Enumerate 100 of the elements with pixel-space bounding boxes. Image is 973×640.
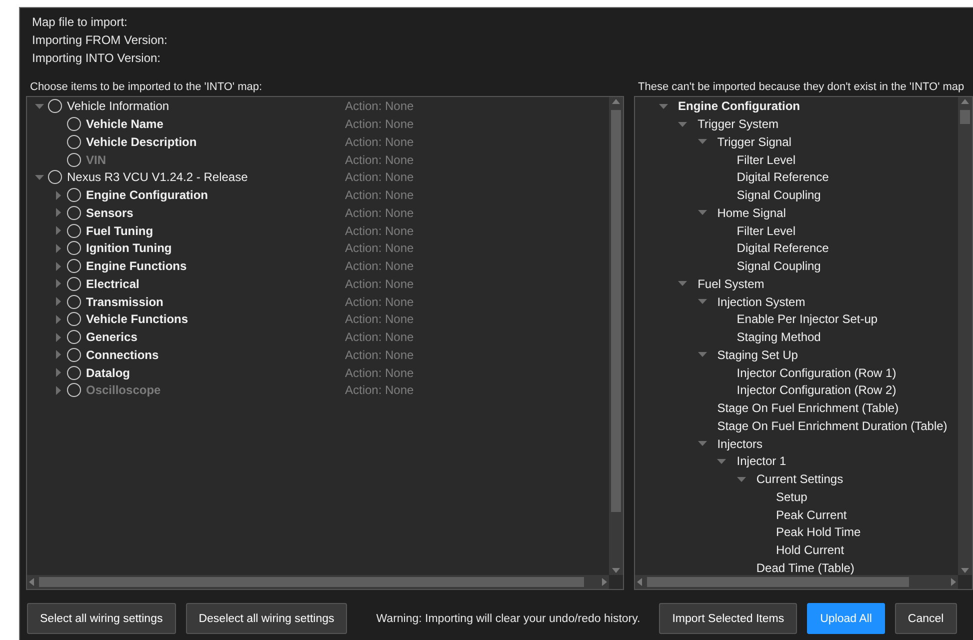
radio-button[interactable] [67,117,81,132]
action-label: Action: None [345,366,414,380]
tree-item-label[interactable]: Setup [776,490,808,504]
tree-item-label[interactable]: Trigger Signal [717,134,792,149]
tree-item-label[interactable]: Enable Per Injector Set-up [736,312,878,326]
tree-item-label[interactable]: Current Settings [756,472,844,486]
caret-down-icon[interactable] [678,120,688,129]
dialog-button[interactable]: Cancel [894,603,957,634]
scrollbar-thumb[interactable] [647,577,909,588]
scrollbar-thumb[interactable] [611,110,621,512]
caret-down-icon[interactable] [698,439,707,448]
caret-down-icon[interactable] [698,137,707,146]
caret-right-icon[interactable] [54,190,62,200]
vertical-scrollbar[interactable] [609,97,623,576]
caret-down-icon[interactable] [698,297,707,306]
wiring-button[interactable]: Select all wiring settings [27,603,176,634]
tree-item-label[interactable]: Vehicle Functions [86,312,188,326]
radio-button[interactable] [67,294,81,309]
horizontal-scrollbar[interactable] [635,575,958,590]
tree-item-label[interactable]: Stage On Fuel Enrichment Duration (Table) [717,418,948,433]
tree-item-label[interactable]: Dead Time (Table) [756,560,854,575]
vertical-scrollbar[interactable] [958,97,972,576]
radio-button[interactable] [48,170,62,184]
tree-item-label[interactable]: Staging Set Up [717,348,798,362]
tree-item-label[interactable]: Vehicle Name [86,117,164,132]
caret-down-icon[interactable] [34,172,44,182]
caret-right-icon[interactable] [54,297,62,306]
caret-down-icon[interactable] [717,456,726,466]
scroll-down-icon[interactable] [611,565,621,576]
scroll-right-icon[interactable] [599,577,609,588]
scrollbar-thumb[interactable] [960,110,970,124]
tree-item-label[interactable]: Fuel System [698,276,764,291]
tree-item-label[interactable]: Injector 1 [736,454,786,468]
radio-button[interactable] [67,206,81,220]
radio-button[interactable] [67,241,81,256]
radio-button[interactable] [67,259,81,274]
tree-item-label[interactable]: Ignition Tuning [86,241,172,256]
tree-item-label[interactable]: Fuel Tuning [86,224,154,238]
horizontal-scrollbar[interactable] [27,575,609,590]
scroll-left-icon[interactable] [27,577,37,588]
caret-down-icon[interactable] [698,208,707,218]
caret-right-icon[interactable] [54,208,62,218]
tree-item-label[interactable]: Engine Functions [86,259,187,274]
caret-down-icon[interactable] [736,474,746,484]
tree-item-label[interactable]: Signal Coupling [736,259,821,274]
tree-item-label[interactable]: Hold Current [776,543,844,558]
dialog-button[interactable]: Import Selected Items [659,603,798,634]
tree-item-label[interactable]: Generics [86,330,138,344]
scroll-down-icon[interactable] [960,565,970,576]
tree-item-label[interactable]: Engine Configuration [86,188,208,202]
tree-item-label[interactable]: Datalog [86,366,130,380]
caret-down-icon[interactable] [698,350,707,360]
tree-item-label[interactable]: Signal Coupling [736,188,821,202]
tree-item-label[interactable]: Injectors [717,436,763,451]
radio-button[interactable] [67,330,81,344]
action-label: Action: None [345,99,414,114]
tree-item-label[interactable]: Stage On Fuel Enrichment (Table) [717,401,899,416]
wiring-button[interactable]: Deselect all wiring settings [186,603,348,634]
radio-button[interactable] [67,188,81,202]
radio-button[interactable] [67,312,81,326]
tree-item-label[interactable]: Engine Configuration [678,99,800,114]
caret-right-icon[interactable] [54,314,62,324]
tree-item-label[interactable]: Filter Level [736,224,796,238]
caret-right-icon[interactable] [54,262,62,271]
tree-item-label[interactable]: Staging Method [736,330,821,344]
tree-item-label[interactable]: Peak Hold Time [776,525,861,540]
tree-item-label[interactable]: Electrical [86,276,140,291]
tree-item-label[interactable]: Trigger System [698,117,778,132]
tree-item-label[interactable]: Injector Configuration (Row 2) [736,383,896,398]
scroll-left-icon[interactable] [635,577,645,588]
caret-right-icon[interactable] [54,279,62,288]
tree-item-label[interactable]: Sensors [86,206,134,220]
tree-item-label[interactable]: Digital Reference [736,241,829,256]
tree-item-label[interactable]: Vehicle Information [67,99,170,114]
radio-button[interactable] [48,99,62,114]
caret-right-icon[interactable] [54,368,62,378]
tree-item-label[interactable]: Digital Reference [736,170,829,184]
caret-down-icon[interactable] [658,102,668,111]
scroll-right-icon[interactable] [948,577,958,588]
caret-right-icon[interactable] [54,332,62,342]
tree-item-label[interactable]: Home Signal [717,206,786,220]
radio-button[interactable] [67,224,81,238]
tree-item-label[interactable]: Nexus R3 VCU V1.24.2 - Release [67,170,248,184]
tree-item-label[interactable]: Injection System [717,294,806,309]
radio-button[interactable] [67,348,81,362]
radio-button[interactable] [67,134,81,149]
tree-item-label[interactable]: Filter Level [736,152,796,167]
radio-button[interactable] [67,366,81,380]
caret-right-icon[interactable] [54,226,62,236]
tree-item-label[interactable]: Peak Current [776,508,847,522]
tree-item-label[interactable]: Transmission [86,294,164,309]
caret-down-icon[interactable] [678,279,688,288]
scrollbar-thumb[interactable] [39,577,584,588]
tree-item-label[interactable]: Injector Configuration (Row 1) [736,366,896,380]
caret-right-icon[interactable] [54,244,62,253]
caret-right-icon[interactable] [54,350,62,360]
radio-button[interactable] [67,276,81,291]
tree-item-label[interactable]: Vehicle Description [86,134,197,149]
caret-down-icon[interactable] [34,102,44,111]
tree-item-label[interactable]: Connections [86,348,159,362]
